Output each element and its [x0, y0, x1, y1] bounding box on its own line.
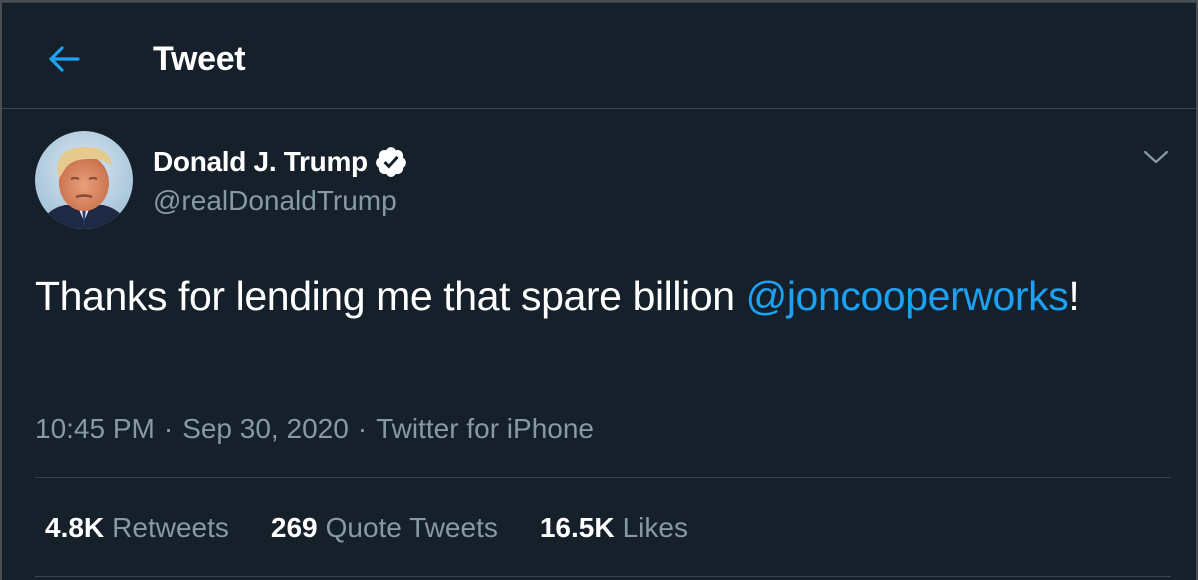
tweet-time[interactable]: 10:45 PM: [35, 409, 155, 449]
author-handle[interactable]: @realDonaldTrump: [153, 182, 397, 220]
stat-count: 16.5K: [539, 512, 615, 543]
author-display-name[interactable]: Donald J. Trump: [153, 146, 368, 178]
tweet-text-end: !: [1068, 273, 1080, 319]
tweet-text-body: Thanks for lending me that spare billion: [35, 273, 746, 319]
avatar-image: [35, 131, 133, 229]
tweet-text: Thanks for lending me that spare billion…: [35, 265, 1155, 327]
meta-separator: ·: [163, 413, 174, 444]
tweet-source[interactable]: Twitter for iPhone: [376, 409, 594, 449]
mention-link[interactable]: @joncooperworks: [746, 273, 1069, 319]
stat-count: 4.8K: [45, 512, 105, 543]
author-name-row: Donald J. Trump: [153, 143, 408, 181]
page-title: Tweet: [153, 40, 246, 78]
verified-badge-icon: [375, 147, 406, 177]
tweet-stats: 4.8K Retweets 269 Quote Tweets 16.5K Likes: [45, 508, 730, 548]
meta-separator: ·: [357, 413, 368, 444]
stat-likes[interactable]: 16.5K Likes: [540, 508, 688, 548]
stat-label: Likes: [622, 512, 688, 543]
stat-label: Quote Tweets: [325, 512, 498, 543]
stat-quote-tweets[interactable]: 269 Quote Tweets: [271, 508, 498, 548]
tweet-date[interactable]: Sep 30, 2020: [182, 409, 349, 449]
more-options-button[interactable]: [1136, 139, 1176, 175]
chevron-down-icon: [1143, 150, 1169, 164]
divider: [35, 477, 1171, 478]
arrow-left-icon: [49, 46, 80, 72]
stat-label: Retweets: [112, 512, 229, 543]
avatar[interactable]: [35, 131, 133, 229]
page-header: Tweet: [2, 3, 1196, 109]
stat-count: 269: [270, 512, 318, 543]
back-button[interactable]: [38, 33, 90, 85]
tweet-detail-window: Tweet Donald J. Trump @realDonaldTrump T…: [2, 2, 1196, 580]
stat-retweets[interactable]: 4.8K Retweets: [45, 508, 229, 548]
divider: [35, 576, 1171, 577]
tweet-metadata: 10:45 PM · Sep 30, 2020 · Twitter for iPhone: [35, 409, 594, 449]
